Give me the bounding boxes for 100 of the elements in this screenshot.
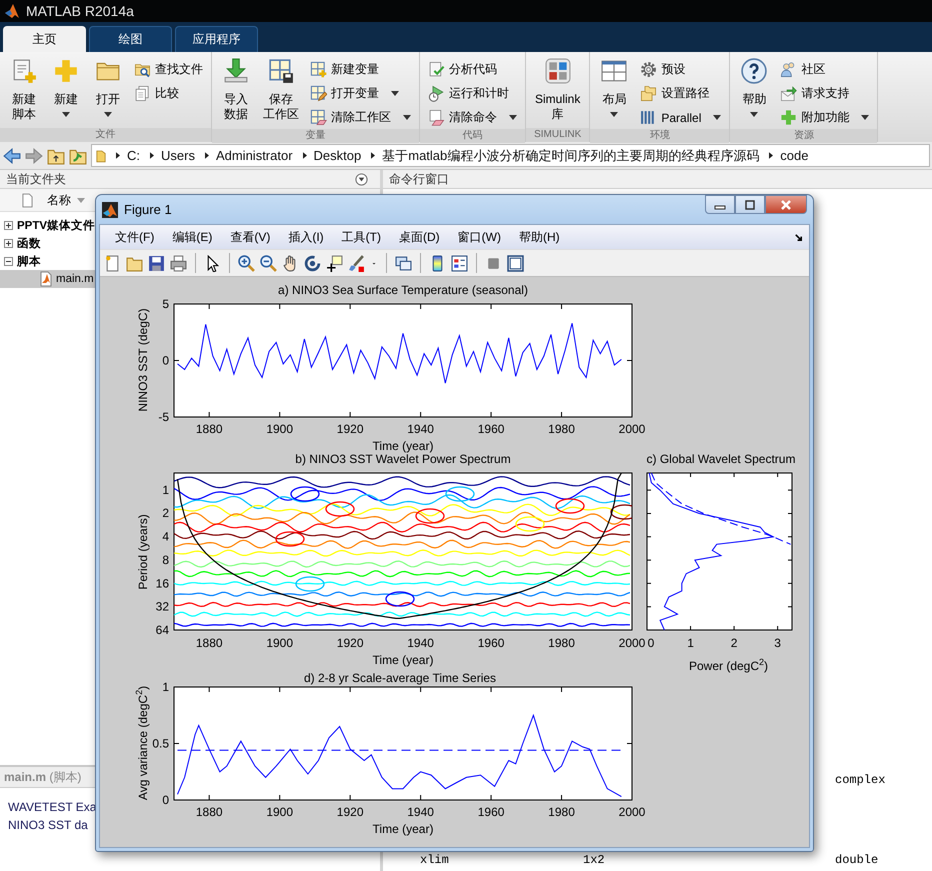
toolstrip-button[interactable]: Simulink 库 <box>530 56 586 124</box>
collapse-icon[interactable] <box>4 256 13 266</box>
import-arrow-icon <box>223 58 249 84</box>
tick-label: 8 <box>162 552 169 567</box>
toolstrip-button[interactable]: 清除工作区 <box>306 106 415 129</box>
caret-icon <box>610 112 618 117</box>
folder-icon <box>96 148 106 164</box>
path-segment[interactable]: Administrator <box>216 148 293 163</box>
menu-item[interactable]: 编辑(E) <box>163 226 222 248</box>
linked-windows-icon[interactable] <box>395 254 412 272</box>
caret-icon <box>509 115 517 120</box>
tree-item[interactable]: main.m <box>0 270 95 288</box>
breadcrumb-arrow-icon <box>302 152 307 159</box>
toolstrip-button[interactable]: 比较 <box>130 82 207 105</box>
print-icon[interactable] <box>170 254 187 272</box>
menu-item[interactable]: 窗口(W) <box>448 226 510 248</box>
toolstrip-button[interactable]: 打开变量 <box>306 82 415 105</box>
tree-item[interactable]: PPTV媒体文件 <box>0 216 96 234</box>
panel-menu-icon[interactable] <box>355 172 368 186</box>
toolstrip-button[interactable]: 导入 数据 <box>216 56 256 124</box>
maximize-button[interactable] <box>735 195 765 214</box>
toolstrip-button[interactable]: 打开 <box>88 56 128 119</box>
tick-label: 2000 <box>618 422 646 436</box>
section-label: 变量 <box>212 129 419 143</box>
toolstrip-button[interactable]: 设置路径 <box>636 82 726 105</box>
plus-icon <box>780 109 798 126</box>
menu-item[interactable]: 帮助(H) <box>510 226 569 248</box>
path-segment[interactable]: C: <box>127 148 140 163</box>
path-segment[interactable]: Users <box>161 148 195 163</box>
toolstrip-button[interactable]: 查找文件 <box>130 58 207 81</box>
toolstrip-button[interactable]: 帮助 <box>734 56 774 119</box>
legend-icon[interactable] <box>451 254 468 272</box>
rotate-icon[interactable] <box>304 254 321 272</box>
tick-label: 1 <box>687 636 694 650</box>
section-label: 环境 <box>590 129 730 143</box>
menu-item[interactable]: 插入(I) <box>279 226 333 248</box>
ribbon-tab[interactable]: 绘图 <box>89 26 172 52</box>
caret-icon <box>391 91 399 96</box>
close-button[interactable] <box>765 195 807 214</box>
folder-icon[interactable] <box>126 254 143 272</box>
panel-title: 命令行窗口 <box>389 170 449 188</box>
toolstrip-button[interactable]: 清除命令 <box>424 106 521 129</box>
menu-item[interactable]: 查看(V) <box>221 226 280 248</box>
expand-icon[interactable] <box>4 238 13 248</box>
toolstrip-button[interactable]: 附加功能 <box>776 106 874 129</box>
envelope-arrow-icon <box>780 85 798 102</box>
toolstrip-button[interactable]: 新建 脚本 <box>4 56 44 124</box>
menu-item[interactable]: 桌面(D) <box>390 226 449 248</box>
save-icon[interactable] <box>148 254 165 272</box>
section-label: 代码 <box>420 129 525 143</box>
breadcrumb-arrow-icon <box>371 152 376 159</box>
details-title: main.m (脚本) <box>4 768 82 786</box>
path-segment[interactable]: Desktop <box>314 148 362 163</box>
toolstrip-button[interactable]: 运行和计时 <box>424 82 521 105</box>
toolstrip-button[interactable]: 请求支持 <box>776 82 874 105</box>
panel-title: 当前文件夹 <box>6 170 66 188</box>
toolstrip-button[interactable]: 新建 <box>46 56 86 119</box>
back-arrow-icon[interactable] <box>3 146 21 164</box>
tick-label: 1920 <box>336 422 364 436</box>
tick-label: 2000 <box>618 636 646 650</box>
zoom-in-icon[interactable] <box>238 254 255 272</box>
window-icon[interactable] <box>507 254 524 272</box>
toolstrip-button[interactable]: 预设 <box>636 58 726 81</box>
caret-icon <box>861 115 870 120</box>
brush-icon[interactable] <box>348 254 365 272</box>
new-document-icon[interactable] <box>104 254 121 272</box>
tick-label: 1900 <box>266 636 294 650</box>
toolstrip-button[interactable]: Parallel <box>636 106 726 129</box>
tick-label: 1960 <box>478 422 504 436</box>
toolstrip-button[interactable]: 新建变量 <box>306 58 415 81</box>
tick-label: 1980 <box>548 422 575 436</box>
toolstrip-button[interactable]: 布局 <box>594 56 634 119</box>
tick-label: 1940 <box>407 422 434 436</box>
tree-item[interactable]: 函数 <box>0 234 42 252</box>
chart-title: a) NINO3 Sea Surface Temperature (seasonal) <box>278 283 528 297</box>
toolstrip-button[interactable]: 分析代码 <box>424 58 521 81</box>
play-clock-icon <box>428 85 445 102</box>
path-segment[interactable]: 基于matlab编程小波分析确定时间序列的主要周期的经典程序源码 <box>382 146 760 164</box>
axis-label: Time (year) <box>372 653 434 667</box>
toolstrip-button[interactable]: 保存 工作区 <box>258 56 304 124</box>
dock-arrow-icon[interactable] <box>794 232 803 242</box>
tick-label: 1960 <box>478 636 504 650</box>
caret-icon <box>62 112 70 117</box>
menu-item[interactable]: 工具(T) <box>332 226 390 248</box>
description-text: NINO3 SST da <box>8 817 88 834</box>
tick-label: 1940 <box>407 805 434 819</box>
minimize-button[interactable] <box>705 195 735 214</box>
help-icon <box>741 58 768 84</box>
zoom-out-icon[interactable] <box>260 254 277 272</box>
tree-item[interactable]: 脚本 <box>0 252 42 270</box>
ribbon-tab[interactable]: 应用程序 <box>175 26 258 52</box>
document-check-icon <box>428 61 445 78</box>
menu-item[interactable]: 文件(F) <box>106 226 164 248</box>
toolstrip-button[interactable]: 社区 <box>776 58 874 81</box>
expand-icon[interactable] <box>4 220 13 230</box>
ribbon-tab[interactable]: 主页 <box>3 26 86 52</box>
path-field[interactable]: C: Users Administrator Desktop 基于matlab编程小波分析确定时间序列的主要周期的经典程序源码 code <box>91 144 930 167</box>
grid-pencil-icon <box>310 85 327 102</box>
data-cursor-icon[interactable] <box>326 254 343 272</box>
path-segment[interactable]: code <box>780 148 808 163</box>
